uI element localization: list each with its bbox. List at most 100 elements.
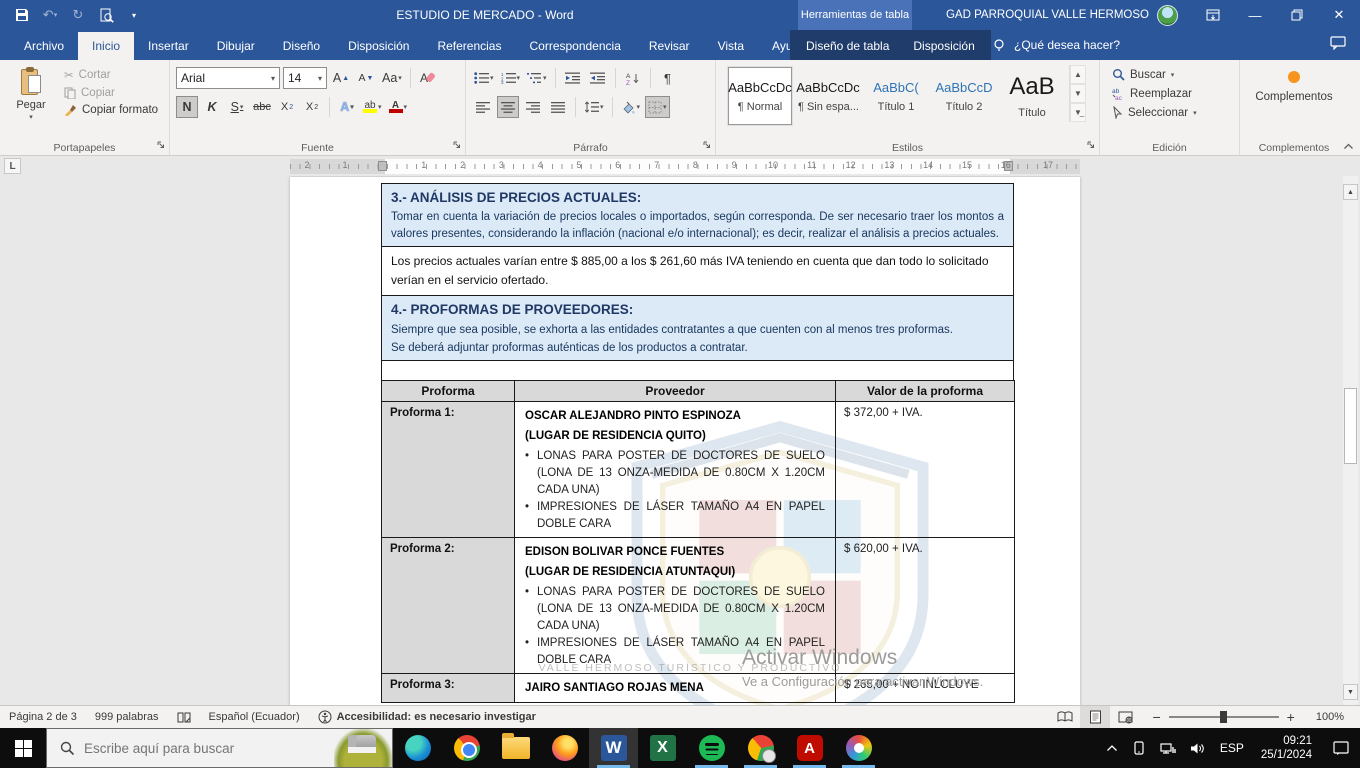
- tray-network-icon[interactable]: [1153, 728, 1183, 768]
- minimize-button[interactable]: —: [1234, 0, 1276, 30]
- highlight-button[interactable]: ab ▾: [361, 96, 384, 118]
- tab-revisar[interactable]: Revisar: [635, 32, 704, 60]
- section-4[interactable]: 4.- PROFORMAS DE PROVEEDORES: Siempre qu…: [381, 295, 1014, 361]
- style-título[interactable]: AaB Título: [1000, 67, 1064, 125]
- scroll-up-icon[interactable]: ▲: [1343, 184, 1358, 200]
- notification-center-icon[interactable]: [1322, 728, 1360, 768]
- customize-qat-icon[interactable]: ▾: [122, 4, 146, 26]
- tab-archivo[interactable]: Archivo: [10, 32, 78, 60]
- ruler[interactable]: 21123456789101112131415161718: [290, 159, 1080, 174]
- styles-scroll-down-icon[interactable]: ▼: [1070, 84, 1086, 103]
- style-título-2[interactable]: AaBbCcD Título 2: [932, 67, 996, 125]
- decrease-indent-button[interactable]: [562, 67, 584, 89]
- start-button[interactable]: [0, 728, 46, 768]
- redo-icon[interactable]: ↻: [66, 4, 90, 26]
- tab-insertar[interactable]: Insertar: [134, 32, 203, 60]
- proforma-label[interactable]: Proforma 1:: [381, 401, 515, 538]
- zoom-slider-thumb[interactable]: [1219, 711, 1227, 723]
- font-size-select[interactable]: 14 ▾: [283, 67, 327, 89]
- vertical-scrollbar[interactable]: ▲ ▼: [1343, 176, 1358, 705]
- align-left-button[interactable]: [472, 96, 494, 118]
- save-icon[interactable]: [10, 4, 34, 26]
- col-proveedor[interactable]: Proveedor: [514, 380, 836, 402]
- value-cell[interactable]: $ 372,00 + IVA.: [835, 401, 1015, 538]
- tray-volume-icon[interactable]: [1183, 728, 1213, 768]
- align-center-button[interactable]: [497, 96, 519, 118]
- sort-button[interactable]: AZ: [622, 67, 644, 89]
- print-preview-icon[interactable]: [94, 4, 118, 26]
- provider-cell[interactable]: JAIRO SANTIAGO ROJAS MENA: [514, 673, 836, 703]
- value-cell[interactable]: $ 620,00 + IVA.: [835, 537, 1015, 674]
- tray-language[interactable]: ESP: [1213, 728, 1251, 768]
- section-3[interactable]: 3.- ANÁLISIS DE PRECIOS ACTUALES: Tomar …: [381, 183, 1014, 247]
- font-family-select[interactable]: Arial ▾: [176, 67, 280, 89]
- styles-more-icon[interactable]: ▼̲: [1070, 103, 1086, 122]
- taskbar-icon-chrome[interactable]: [442, 728, 491, 768]
- copy-button[interactable]: Copiar: [64, 87, 158, 99]
- taskbar-icon-excel[interactable]: X: [638, 728, 687, 768]
- taskbar-icon-file-explorer[interactable]: [491, 728, 540, 768]
- proforma-label[interactable]: Proforma 2:: [381, 537, 515, 674]
- increase-indent-button[interactable]: [587, 67, 609, 89]
- provider-cell[interactable]: EDISON BOLIVAR PONCE FUENTES (LUGAR DE RE…: [514, 537, 836, 674]
- styles-scroll-up-icon[interactable]: ▲: [1070, 65, 1086, 84]
- section-3-heading[interactable]: 3.- ANÁLISIS DE PRECIOS ACTUALES:: [391, 187, 1004, 209]
- col-proforma[interactable]: Proforma: [381, 380, 515, 402]
- section-3-body[interactable]: Tomar en cuenta la variación de precios …: [391, 209, 1004, 243]
- proofing-icon[interactable]: [168, 711, 200, 724]
- text-effects-button[interactable]: A ▾: [336, 96, 358, 118]
- tab-referencias[interactable]: Referencias: [423, 32, 515, 60]
- value-cell[interactable]: $ 265,00 + NO INLCLUYE: [835, 673, 1015, 703]
- proformas-table[interactable]: Proforma Proveedor Valor de la proforma …: [381, 380, 1015, 703]
- shading-button[interactable]: ▾: [619, 96, 643, 118]
- tab-vista[interactable]: Vista: [704, 32, 758, 60]
- proforma-label[interactable]: Proforma 3:: [381, 673, 515, 703]
- paste-button[interactable]: Pegar ▾: [6, 65, 56, 121]
- font-dialog-launcher-icon[interactable]: [453, 138, 461, 152]
- collapse-ribbon-icon[interactable]: [1343, 141, 1354, 153]
- line-spacing-button[interactable]: ▾: [582, 96, 606, 118]
- grow-font-button[interactable]: A ▲: [330, 67, 352, 89]
- shrink-font-button[interactable]: A ▼: [355, 67, 377, 89]
- provider-cell[interactable]: OSCAR ALEJANDRO PINTO ESPINOZA (LUGAR DE …: [514, 401, 836, 538]
- taskbar-icon-paint[interactable]: [834, 728, 883, 768]
- restore-button[interactable]: [1276, 0, 1318, 30]
- italic-button[interactable]: K: [201, 96, 223, 118]
- taskbar-icon-firefox[interactable]: [540, 728, 589, 768]
- search-highlight-image[interactable]: [334, 729, 392, 767]
- ribbon-display-options-icon[interactable]: [1192, 0, 1234, 30]
- bullets-button[interactable]: ▾: [472, 67, 496, 89]
- section-3-note[interactable]: Los precios actuales varían entre $ 885,…: [381, 246, 1014, 296]
- paragraph-dialog-launcher-icon[interactable]: [703, 138, 711, 152]
- read-mode-button[interactable]: [1050, 706, 1080, 728]
- zoom-in-button[interactable]: +: [1287, 709, 1295, 725]
- contextual-tab-disposición[interactable]: Disposición: [901, 32, 986, 60]
- section-4-heading[interactable]: 4.- PROFORMAS DE PROVEEDORES:: [391, 299, 1004, 321]
- tell-me[interactable]: ¿Qué desea hacer?: [992, 30, 1120, 60]
- avatar[interactable]: [1157, 4, 1178, 26]
- section-4-line1[interactable]: Siempre que sea posible, se exhorta a la…: [391, 321, 1004, 339]
- web-layout-button[interactable]: [1110, 706, 1140, 728]
- cut-button[interactable]: ✂ Cortar: [64, 68, 158, 82]
- style-título-1[interactable]: AaBbC(Título 1: [864, 67, 928, 125]
- print-layout-button[interactable]: [1080, 706, 1111, 728]
- superscript-button[interactable]: X2: [301, 96, 323, 118]
- underline-button[interactable]: S ▾: [226, 96, 248, 118]
- scrollbar-thumb[interactable]: [1344, 388, 1357, 464]
- document-page[interactable]: 3.- ANÁLISIS DE PRECIOS ACTUALES: Tomar …: [290, 177, 1080, 705]
- show-marks-button[interactable]: ¶: [657, 67, 679, 89]
- tab-selector[interactable]: L: [4, 158, 21, 174]
- taskbar-search[interactable]: [46, 728, 393, 768]
- tray-chevron-icon[interactable]: [1099, 728, 1125, 768]
- numbering-button[interactable]: 1 2 3 ▾: [499, 67, 523, 89]
- style--sin-espa-[interactable]: AaBbCcDc ¶ Sin espa...: [796, 67, 860, 125]
- taskbar-icon-chrome-profile[interactable]: [736, 728, 785, 768]
- taskbar-icon-edge[interactable]: [393, 728, 442, 768]
- tab-disposición[interactable]: Disposición: [334, 32, 423, 60]
- zoom-out-button[interactable]: −: [1152, 709, 1160, 725]
- taskbar-icon-spotify[interactable]: [687, 728, 736, 768]
- account-name[interactable]: GAD PARROQUIAL VALLE HERMOSO: [946, 9, 1149, 21]
- replace-button[interactable]: ab ac Reemplazar: [1112, 87, 1197, 101]
- addins-button[interactable]: Complementos: [1246, 65, 1342, 103]
- col-valor[interactable]: Valor de la proforma: [835, 380, 1015, 402]
